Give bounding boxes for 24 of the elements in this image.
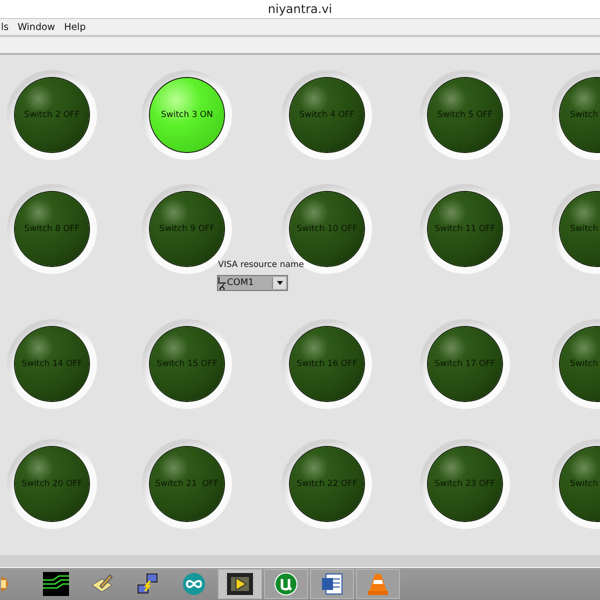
led-indicator: Switch 4 OFF xyxy=(290,78,364,152)
control-label: VISA resource name xyxy=(218,260,304,270)
led-indicator: Switch 3 ON xyxy=(150,78,224,152)
led-indicator: Switch 20 OFF xyxy=(15,447,89,521)
led-indicator: Switch 2 OFF xyxy=(15,78,89,152)
menu-item[interactable]: ls xyxy=(1,22,9,32)
led-indicator: Switch 14 OFF xyxy=(15,327,89,401)
led-indicator: Switch 21 OFF xyxy=(150,447,224,521)
led-indicator: Switch 17 OFF xyxy=(428,327,502,401)
led-indicator: Switch 5 OFF xyxy=(428,78,502,152)
led-indicator: Switch xyxy=(560,327,600,401)
menu-item[interactable]: Help xyxy=(64,22,86,32)
menu-item[interactable]: Window xyxy=(18,22,56,32)
led-indicator: Switch 8 OFF xyxy=(15,192,89,266)
led-indicator: Switch xyxy=(560,78,600,152)
window-title: niyantra.vi xyxy=(268,2,332,16)
led-indicator: Switch xyxy=(560,192,600,266)
led-indicator: Switch xyxy=(560,447,600,521)
resource-dropdown[interactable]: COM1 xyxy=(217,275,288,291)
led-indicator: Switch 15 OFF xyxy=(150,327,224,401)
led-indicator: Switch 23 OFF xyxy=(428,447,502,521)
led-indicator: Switch 16 OFF xyxy=(290,327,364,401)
led-indicator: Switch 22 OFF xyxy=(290,447,364,521)
led-indicator: Switch 11 OFF xyxy=(428,192,502,266)
